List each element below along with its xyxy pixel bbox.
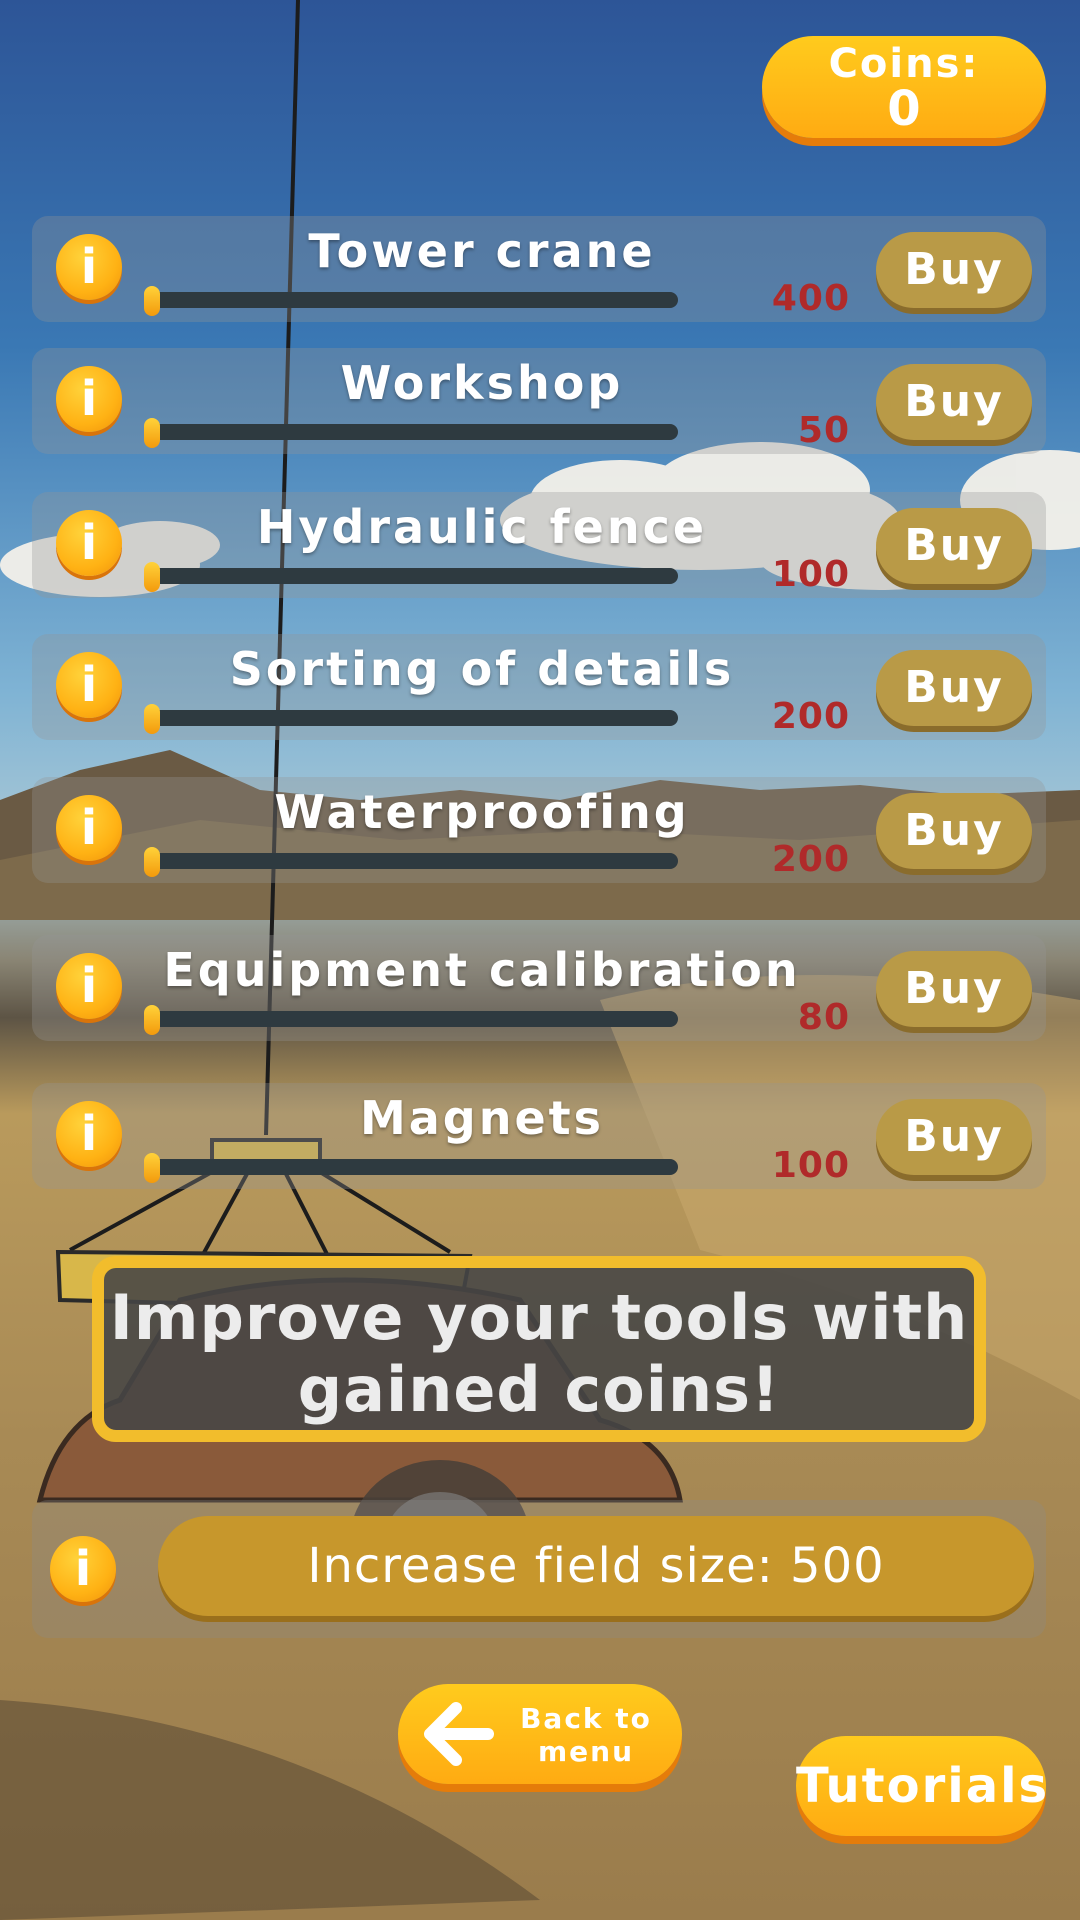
tip-banner: Improve your tools with gained coins! — [92, 1256, 986, 1442]
buy-button[interactable]: Buy — [876, 1099, 1032, 1175]
upgrade-price: 200 — [771, 839, 850, 880]
upgrade-price: 50 — [797, 410, 850, 451]
upgrade-title: Magnets — [359, 1091, 605, 1145]
upgrade-progress-knob — [144, 418, 160, 448]
arrow-left-icon — [424, 1702, 494, 1766]
upgrade-title: Waterproofing — [274, 785, 690, 839]
info-icon[interactable]: i — [56, 795, 122, 861]
buy-button[interactable]: Buy — [876, 508, 1032, 584]
upgrade-progress-knob — [144, 1005, 160, 1035]
upgrade-progress-track — [152, 292, 678, 308]
upgrade-progress-track — [152, 853, 678, 869]
upgrade-title: Sorting of details — [229, 642, 735, 696]
tutorials-button[interactable]: Tutorials — [796, 1736, 1047, 1836]
buy-button[interactable]: Buy — [876, 793, 1032, 869]
upgrade-progress-knob — [144, 562, 160, 592]
buy-button[interactable]: Buy — [876, 232, 1032, 308]
info-icon[interactable]: i — [56, 652, 122, 718]
coins-value: 0 — [887, 81, 921, 137]
info-icon[interactable]: i — [56, 953, 122, 1019]
upgrade-progress-track — [152, 710, 678, 726]
upgrade-progress-knob — [144, 704, 160, 734]
field-size-row: i Increase field size: 500 — [32, 1500, 1046, 1638]
coins-label: Coins: — [828, 41, 980, 87]
upgrade-progress-knob — [144, 847, 160, 877]
coins-counter: Coins: 0 — [762, 36, 1046, 138]
upgrade-row: i Tower crane 400 Buy — [32, 216, 1046, 322]
upgrade-progress-track — [152, 1011, 678, 1027]
upgrade-progress-knob — [144, 1153, 160, 1183]
upgrade-row: i Workshop 50 Buy — [32, 348, 1046, 454]
upgrade-title: Hydraulic fence — [256, 500, 708, 554]
upgrade-progress-knob — [144, 286, 160, 316]
buy-button[interactable]: Buy — [876, 650, 1032, 726]
upgrade-title: Workshop — [340, 356, 624, 410]
increase-field-size-button[interactable]: Increase field size: 500 — [158, 1516, 1034, 1616]
upgrade-price: 400 — [771, 278, 850, 319]
upgrade-row: i Waterproofing 200 Buy — [32, 777, 1046, 883]
info-icon[interactable]: i — [56, 510, 122, 576]
back-to-menu-label: Back to menu — [520, 1702, 652, 1768]
info-icon[interactable]: i — [50, 1536, 116, 1602]
info-icon[interactable]: i — [56, 234, 122, 300]
upgrade-title: Tower crane — [308, 224, 656, 278]
upgrade-price: 100 — [771, 1145, 850, 1186]
upgrade-progress-track — [152, 1159, 678, 1175]
upgrade-title: Equipment calibration — [163, 943, 801, 997]
back-to-menu-button[interactable]: Back to menu — [398, 1684, 682, 1784]
upgrade-progress-track — [152, 424, 678, 440]
info-icon[interactable]: i — [56, 1101, 122, 1167]
buy-button[interactable]: Buy — [876, 364, 1032, 440]
info-icon[interactable]: i — [56, 366, 122, 432]
upgrade-price: 200 — [771, 696, 850, 737]
upgrade-row: i Magnets 100 Buy — [32, 1083, 1046, 1189]
buy-button[interactable]: Buy — [876, 951, 1032, 1027]
upgrade-progress-track — [152, 568, 678, 584]
upgrade-price: 80 — [797, 997, 850, 1038]
upgrade-row: i Sorting of details 200 Buy — [32, 634, 1046, 740]
upgrade-row: i Equipment calibration 80 Buy — [32, 935, 1046, 1041]
upgrade-row: i Hydraulic fence 100 Buy — [32, 492, 1046, 598]
upgrade-price: 100 — [771, 554, 850, 595]
